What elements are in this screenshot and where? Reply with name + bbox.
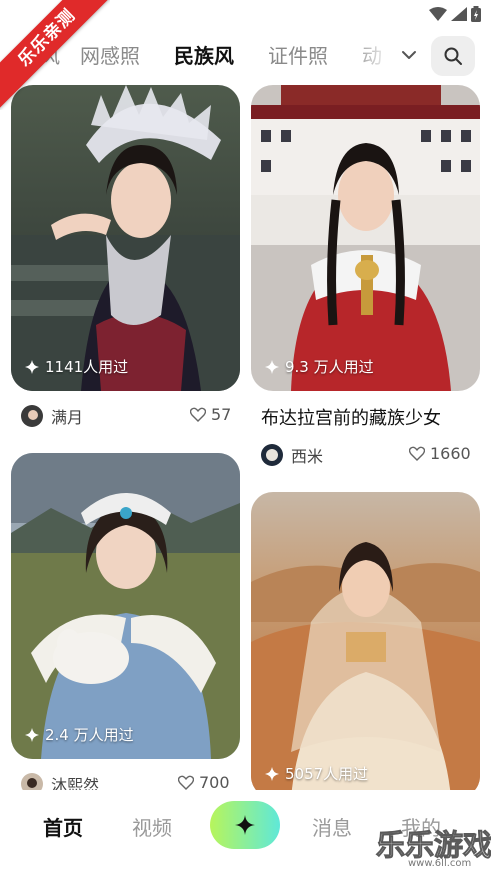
template-card-image[interactable]: 1141人用过 bbox=[11, 85, 240, 391]
heart-icon bbox=[178, 775, 194, 790]
sparkle-icon bbox=[265, 766, 279, 781]
author-info[interactable]: 满月 bbox=[21, 404, 83, 428]
usage-count-text: 1141人用过 bbox=[45, 358, 129, 376]
template-card-image[interactable]: 2.4 万人用过 bbox=[11, 453, 240, 759]
author-name: 西米 bbox=[291, 447, 324, 466]
sparkle-icon bbox=[235, 815, 255, 835]
usage-count-text: 2.4 万人用过 bbox=[45, 726, 134, 744]
battery-icon bbox=[471, 6, 481, 22]
heart-icon bbox=[190, 407, 206, 422]
site-watermark-url: www.6ll.com bbox=[408, 858, 472, 869]
ethnic-portrait-image bbox=[11, 85, 240, 391]
template-card-image[interactable]: 9.3 万人用过 bbox=[251, 85, 480, 391]
like-button[interactable]: 57 bbox=[190, 405, 231, 424]
usage-count: 5057人用过 bbox=[265, 763, 368, 784]
sparkle-icon bbox=[25, 359, 39, 374]
like-button[interactable]: 1660 bbox=[409, 444, 471, 463]
nav-home[interactable]: 首页 bbox=[43, 812, 83, 841]
nav-video[interactable]: 视频 bbox=[132, 812, 172, 841]
template-card-image[interactable]: 5057人用过 bbox=[251, 492, 480, 798]
watermark-ribbon: 乐乐亲测 bbox=[0, 0, 110, 110]
tab-id-photo[interactable]: 证件照 bbox=[268, 40, 328, 69]
tab-ethnic-style-label: 民族风 bbox=[174, 44, 234, 68]
chevron-down-icon[interactable] bbox=[398, 44, 420, 66]
create-button[interactable] bbox=[210, 801, 280, 849]
tab-scroll-fade bbox=[350, 32, 400, 78]
ethnic-portrait-image bbox=[251, 492, 480, 798]
like-count: 1660 bbox=[430, 444, 471, 463]
avatar bbox=[21, 405, 43, 427]
author-info[interactable]: 西米 bbox=[261, 443, 323, 467]
signal-icon bbox=[451, 7, 467, 21]
author-name: 满月 bbox=[51, 408, 84, 427]
site-watermark: 乐乐游戏 www.6ll.com bbox=[372, 822, 491, 874]
heart-icon bbox=[409, 446, 425, 461]
like-count: 57 bbox=[211, 405, 232, 424]
watermark-ribbon-text: 乐乐亲测 bbox=[0, 0, 110, 110]
card-title[interactable]: 布达拉宫前的藏族少女 bbox=[261, 404, 441, 430]
search-button[interactable] bbox=[431, 36, 475, 76]
wifi-icon bbox=[429, 7, 447, 21]
usage-count: 9.3 万人用过 bbox=[265, 356, 374, 377]
ethnic-portrait-image bbox=[251, 85, 480, 391]
avatar bbox=[261, 444, 283, 466]
sparkle-icon bbox=[25, 727, 39, 742]
search-icon bbox=[444, 47, 462, 65]
usage-count: 2.4 万人用过 bbox=[25, 724, 134, 745]
usage-count: 1141人用过 bbox=[25, 356, 128, 377]
nav-messages[interactable]: 消息 bbox=[312, 812, 352, 841]
tab-ethnic-style[interactable]: 民族风 bbox=[174, 40, 234, 69]
sparkle-icon bbox=[265, 359, 279, 374]
usage-count-text: 9.3 万人用过 bbox=[285, 358, 374, 376]
usage-count-text: 5057人用过 bbox=[285, 765, 369, 783]
ethnic-portrait-image bbox=[11, 453, 240, 759]
